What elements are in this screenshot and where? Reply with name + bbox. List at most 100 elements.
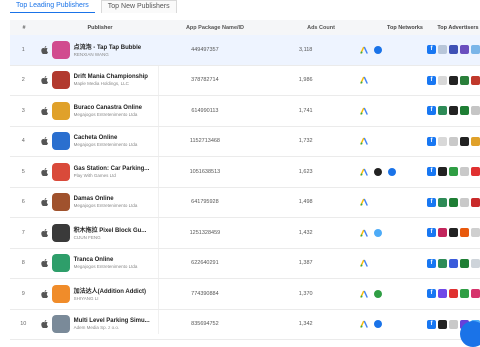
advertiser-app-icon[interactable] [449,319,459,329]
facebook-icon[interactable]: f [427,106,437,116]
advertiser-app-icon[interactable] [460,167,470,177]
advertiser-app-icon[interactable] [438,197,448,207]
publisher-name[interactable]: Buraco Canastra Online [74,105,142,111]
package-id-cell: 622640291 [191,260,219,267]
google-ads-icon [360,290,368,298]
table-row[interactable]: 10 Multi Level Parking Simu... Adem Medi… [10,310,480,340]
facebook-icon[interactable]: f [427,319,437,329]
advertiser-app-icon[interactable] [449,167,459,177]
header-ads-count[interactable]: Ads Count [268,25,374,31]
facebook-icon[interactable]: f [427,228,437,238]
top-networks-cell [356,45,419,54]
table-row[interactable]: 1 点流泡 - Tap Tap Bubble RENXIAN WANG 4494… [10,35,480,66]
publisher-name[interactable]: 加法达人(Addition Addict) [74,286,146,295]
facebook-icon[interactable]: f [427,258,437,268]
advertiser-app-icon[interactable] [449,197,459,207]
publisher-cell[interactable]: 加法达人(Addition Addict) SHIYANG LI [37,279,155,309]
advertiser-app-icon[interactable] [449,228,459,238]
advertiser-app-icon[interactable] [438,167,448,177]
publisher-cell[interactable]: Cacheta Online Megajogos Entretenimento … [37,127,155,157]
publisher-name[interactable]: Drift Mania Championship [74,74,148,80]
publisher-name[interactable]: 点流泡 - Tap Tap Bubble [74,42,141,51]
publisher-name[interactable]: Damas Online [74,196,138,202]
top-advertisers-cell: f [419,258,480,268]
apple-icon [40,137,48,146]
advertiser-app-icon[interactable] [460,136,470,146]
facebook-icon[interactable]: f [427,167,437,177]
table-row[interactable]: 9 加法达人(Addition Addict) SHIYANG LI 77439… [10,279,480,310]
tab-top-leading-publishers[interactable]: Top Leading Publishers [10,0,95,13]
advertiser-app-icon[interactable] [449,75,459,85]
publisher-cell[interactable]: Multi Level Parking Simu... Adem Media S… [37,310,155,340]
advertiser-app-icon[interactable] [471,258,480,268]
advertiser-app-icon[interactable] [438,45,448,55]
facebook-icon[interactable]: f [427,289,437,299]
advertiser-app-icon[interactable] [438,258,448,268]
publisher-cell[interactable]: Drift Mania Championship Maple Media Hol… [37,66,155,96]
publisher-cell[interactable]: Damas Online Megajogos Entretenimento Lt… [37,188,155,218]
top-advertisers-cell: f [419,136,480,146]
advertiser-app-icon[interactable] [438,319,448,329]
facebook-icon[interactable]: f [427,45,437,55]
advertiser-app-icon[interactable] [471,167,480,177]
table-row[interactable]: 7 积木拖拉 Pixel Block Gu... CIJUN FENG 1251… [10,218,480,249]
publisher-cell[interactable]: 点流泡 - Tap Tap Bubble RENXIAN WANG [37,35,155,65]
advertiser-app-icon[interactable] [460,45,470,55]
app-icon [51,315,70,334]
publisher-name[interactable]: 积木拖拉 Pixel Block Gu... [74,225,147,234]
publisher-name[interactable]: Gas Station: Car Parking... [74,166,150,172]
apple-icon [40,106,48,116]
advertiser-app-icon[interactable] [471,106,480,116]
table-row[interactable]: 2 Drift Mania Championship Maple Media H… [10,66,480,96]
advertiser-app-icon[interactable] [471,45,480,55]
advertiser-app-icon[interactable] [471,136,480,146]
advertiser-app-icon[interactable] [460,197,470,207]
advertiser-app-icon[interactable] [449,289,459,299]
advertiser-app-icon[interactable] [460,106,470,116]
top-advertisers-cell: f [419,167,480,177]
publisher-cell[interactable]: Buraco Canastra Online Megajogos Entrete… [37,96,155,126]
table-row[interactable]: 8 Tranca Online Megajogos Entretenimento… [10,249,480,279]
publisher-cell[interactable]: Tranca Online Megajogos Entretenimento L… [37,249,155,279]
advertiser-app-icon[interactable] [438,136,448,146]
publisher-cell[interactable]: 积木拖拉 Pixel Block Gu... CIJUN FENG [37,218,155,248]
apple-icon [40,228,48,238]
advertiser-app-icon[interactable] [449,258,459,268]
advertiser-app-icon[interactable] [471,75,480,85]
facebook-icon[interactable]: f [427,197,437,207]
facebook-icon[interactable]: f [427,136,437,146]
advertiser-app-icon[interactable] [471,228,480,238]
top-networks-cell [356,167,419,176]
network-icon [374,228,383,237]
ads-count-cell: 1,623 [298,168,313,175]
advertiser-app-icon[interactable] [449,106,459,116]
advertiser-app-icon[interactable] [438,228,448,238]
advertiser-app-icon[interactable] [438,75,448,85]
advertiser-app-icon[interactable] [438,289,448,299]
table-row[interactable]: 3 Buraco Canastra Online Megajogos Entre… [10,96,480,127]
advertiser-app-icon[interactable] [471,197,480,207]
advertiser-app-icon[interactable] [460,75,470,85]
table-row[interactable]: 6 Damas Online Megajogos Entretenimento … [10,188,480,218]
table-row[interactable]: 5 Gas Station: Car Parking... Play With … [10,157,480,188]
advertiser-app-icon[interactable] [449,45,459,55]
publisher-cell[interactable]: Gas Station: Car Parking... Play With Ga… [37,157,155,187]
top-networks-cell [356,107,419,115]
facebook-icon[interactable]: f [427,75,437,85]
tab-top-new-publishers[interactable]: Top New Publishers [100,0,177,13]
advertiser-app-icon[interactable] [471,289,480,299]
chat-button[interactable] [460,321,480,347]
advertiser-app-icon[interactable] [460,228,470,238]
publisher-developer: Maple Media Holdings, LLC [73,81,129,87]
app-icon [51,284,70,303]
advertiser-app-icon[interactable] [460,258,470,268]
publisher-name[interactable]: Tranca Online [74,257,138,263]
advertiser-app-icon[interactable] [460,289,470,299]
publisher-name[interactable]: Multi Level Parking Simu... [74,318,150,324]
app-icon [51,40,70,59]
publisher-name[interactable]: Cacheta Online [74,135,138,141]
top-networks-cell [356,289,419,298]
advertiser-app-icon[interactable] [449,136,459,146]
table-row[interactable]: 4 Cacheta Online Megajogos Entreteniment… [10,127,480,157]
advertiser-app-icon[interactable] [438,106,448,116]
